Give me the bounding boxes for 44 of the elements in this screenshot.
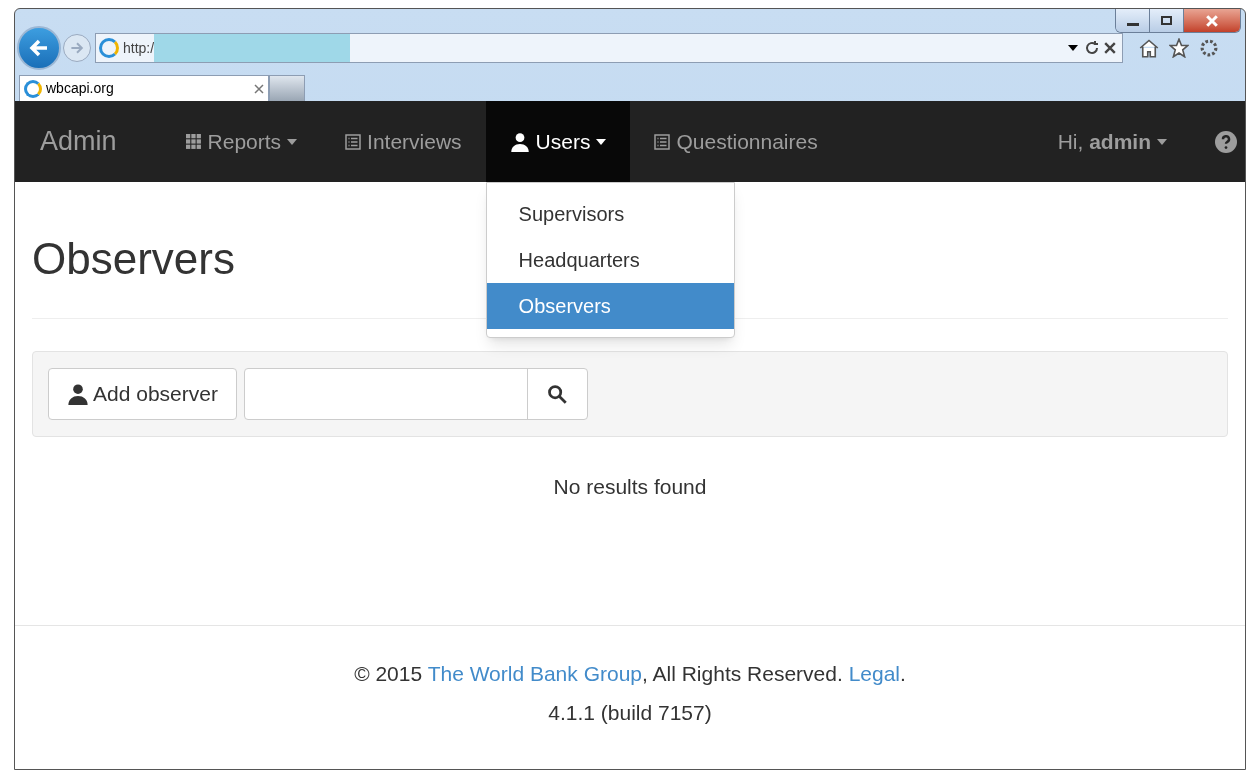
footer-link[interactable]: Legal [848,661,900,685]
close-icon[interactable] [254,83,264,94]
caret-icon [1157,138,1167,145]
footer-link[interactable]: The World Bank Group [427,661,642,685]
version-text: 4.1.1 (build 7157) [548,700,712,726]
tab-title: wbcapi.org [46,79,114,98]
list-icon [345,133,362,150]
caret-icon [1068,45,1078,51]
search-icon [547,384,568,404]
dropdown-item[interactable]: Supervisors [486,191,734,237]
refresh-icon[interactable] [1084,40,1100,56]
empty-message: No results found [552,474,708,500]
copyright-text: © 2015 The World Bank Group, All Rights Reserved. Legal. [354,660,906,687]
list-icon [654,133,671,150]
arrow-right-icon [69,40,85,56]
back-button[interactable] [17,26,61,70]
help-icon[interactable] [1215,130,1237,153]
maximize-button[interactable] [1150,9,1184,32]
add-observer-button[interactable]: Add observer [48,368,237,420]
minimize-button[interactable] [1116,9,1150,32]
arrow-left-icon [29,38,49,58]
user-menu[interactable]: Hi, admin [1057,101,1215,182]
settings-icon[interactable] [1199,38,1219,58]
star-icon[interactable] [1169,38,1189,58]
home-icon[interactable] [1139,38,1159,58]
address-bar[interactable]: http:/ [95,33,1123,63]
user-icon [67,383,89,405]
grid-icon [185,133,202,150]
stop-icon[interactable] [1104,42,1116,54]
dropdown-item[interactable]: Observers [486,283,734,329]
user-icon [509,131,530,152]
nav-item[interactable]: Interviews [321,101,486,182]
close-button[interactable] [1184,9,1240,32]
nav-item[interactable]: Users [485,101,631,182]
nav-item[interactable]: Reports [161,101,322,182]
nav-item[interactable]: Questionnaires [630,101,842,182]
browser-logo-icon [99,38,119,58]
browser-tab[interactable]: wbcapi.org [19,75,269,101]
navbar-brand[interactable]: Admin [15,101,162,182]
browser-logo-icon [24,79,42,98]
dropdown-item[interactable]: Headquarters [486,237,734,283]
address-text: http:/ [123,38,155,58]
close-icon [1206,14,1218,27]
search-field[interactable] [243,368,588,420]
